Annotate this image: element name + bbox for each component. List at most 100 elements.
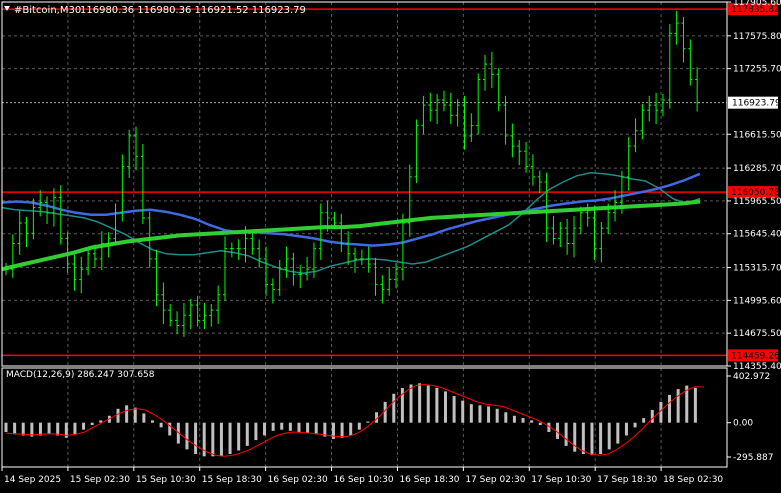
macd-bar: [573, 422, 577, 452]
macd-bar: [142, 413, 146, 423]
macd-bar: [693, 387, 697, 423]
time-tick-label: 16 Sep 10:30: [334, 475, 394, 485]
time-tick-label: 18 Sep 02:30: [663, 475, 723, 485]
macd-bar: [409, 384, 413, 423]
macd-bar: [82, 422, 86, 430]
macd-bar: [435, 387, 439, 423]
macd-bar: [133, 407, 137, 423]
macd-bar: [504, 412, 508, 423]
price-tick-label: 114355.40: [733, 362, 781, 372]
macd-bar: [288, 422, 292, 431]
macd-bar: [676, 389, 680, 423]
time-tick-label: 17 Sep 10:30: [531, 475, 591, 485]
macd-bar: [607, 422, 611, 450]
macd-bar: [478, 405, 482, 423]
price-tick-label: 114995.60: [733, 296, 781, 306]
macd-bar: [418, 383, 422, 423]
macd-bar: [495, 408, 499, 423]
macd-bar: [357, 422, 361, 430]
macd-bar: [47, 422, 51, 435]
macd-bar: [159, 422, 163, 428]
macd-bar: [521, 418, 525, 423]
macd-bar: [366, 421, 370, 423]
macd-bar: [530, 420, 534, 423]
chart-canvas[interactable]: 117835.82116050.78114459.26 #Bitcoin,M30…: [0, 0, 781, 489]
macd-bar: [487, 406, 491, 423]
macd-bar: [469, 404, 473, 423]
macd-bar: [512, 415, 516, 423]
price-tick-label: 114675.50: [733, 329, 781, 339]
macd-bar: [650, 409, 654, 423]
price-tick-label: 115315.70: [733, 264, 781, 274]
symbol-label: #Bitcoin,M30: [14, 5, 81, 16]
macd-bar: [624, 422, 628, 436]
macd-bar: [314, 422, 318, 435]
macd-bar: [349, 422, 353, 436]
macd-bar: [581, 422, 585, 454]
macd-bar: [254, 422, 258, 441]
current-price-tag: 116923.79: [728, 96, 781, 109]
price-tick-label: 115645.40: [733, 230, 781, 240]
macd-bar: [599, 422, 603, 454]
macd-bar: [237, 422, 241, 451]
macd-bar: [461, 400, 465, 423]
time-tick-label: 16 Sep 02:30: [268, 475, 328, 485]
macd-bar: [125, 405, 129, 423]
macd-bar: [590, 422, 594, 456]
price-tick-label: 117905.60: [733, 0, 781, 8]
macd-bar: [185, 422, 189, 450]
macd-bar: [263, 422, 267, 436]
macd-tick-label: 402.972: [733, 372, 770, 382]
macd-bar: [90, 422, 94, 426]
macd-bar: [642, 418, 646, 423]
time-tick-label: 17 Sep 18:30: [597, 475, 657, 485]
macd-bar: [564, 422, 568, 446]
macd-bar: [659, 401, 663, 423]
macd-bar: [56, 422, 60, 436]
macd-bar: [616, 422, 620, 444]
macd-bar: [280, 422, 284, 430]
macd-bar: [633, 422, 637, 428]
macd-bar: [13, 422, 17, 435]
macd-bar: [21, 422, 25, 436]
macd-bar: [211, 422, 215, 457]
time-tick-label: 14 Sep 2025: [4, 475, 61, 485]
macd-bar: [306, 422, 310, 434]
macd-bar: [271, 422, 275, 431]
macd-bar: [297, 422, 301, 432]
macd-label: MACD(12,26,9) 286.247 307.658: [6, 370, 155, 380]
price-tick-label: 115965.50: [733, 197, 781, 207]
macd-bar: [219, 422, 223, 457]
trading-chart[interactable]: 117835.82 116050.78 114459.26 #Bitcoin,M30…: [0, 0, 781, 489]
macd-bar: [116, 408, 120, 423]
macd-bar: [228, 422, 232, 454]
time-tick-label: 15 Sep 10:30: [136, 475, 196, 485]
macd-bar: [340, 422, 344, 438]
ohlc-values: 116980.36 116980.36 116921.52 116923.79: [80, 5, 306, 16]
time-tick-label: 15 Sep 02:30: [70, 475, 130, 485]
svg-text:116923.79: 116923.79: [732, 99, 781, 109]
price-tick-label: 116615.50: [733, 130, 781, 140]
macd-tick-label: -295.887: [733, 453, 773, 463]
macd-bar: [150, 420, 154, 423]
macd-bar: [245, 422, 249, 446]
macd-bar: [392, 393, 396, 423]
time-tick-label: 17 Sep 02:30: [465, 475, 525, 485]
macd-bar: [38, 422, 42, 436]
price-tick-label: 116285.70: [733, 164, 781, 174]
macd-bar: [4, 422, 8, 432]
macd-bar: [443, 391, 447, 423]
macd-bar: [452, 396, 456, 423]
price-tick-label: 117255.70: [733, 65, 781, 75]
macd-bar: [73, 422, 77, 435]
macd-bar: [194, 422, 198, 454]
level-tag-label: 114459.26: [731, 351, 780, 361]
macd-bar: [383, 401, 387, 423]
macd-bar: [668, 394, 672, 423]
macd-bar: [426, 385, 430, 423]
time-tick-label: 16 Sep 18:30: [399, 475, 459, 485]
macd-tick-label: 0.00: [733, 419, 753, 429]
price-tick-label: 117575.80: [733, 32, 781, 42]
time-tick-label: 15 Sep 18:30: [202, 475, 262, 485]
macd-bar: [538, 422, 542, 426]
